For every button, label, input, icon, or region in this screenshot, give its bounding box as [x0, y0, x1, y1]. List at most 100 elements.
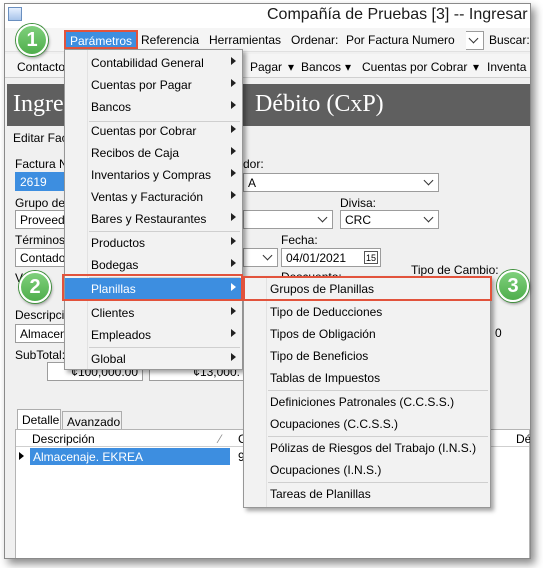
- menu-item-clientes[interactable]: Clientes: [65, 302, 242, 324]
- submenu-item-label: Tipos de Obligación: [270, 327, 376, 341]
- tab-avanzado-label: Avanzado: [67, 415, 121, 429]
- callout-3: 3: [497, 270, 529, 302]
- grupo-dropdown[interactable]: [243, 210, 333, 229]
- menu-item-label: Contabilidad General: [91, 56, 204, 70]
- submenu-item-tareas-planillas[interactable]: Tareas de Planillas: [244, 483, 490, 505]
- menu-item-label: Ventas y Facturación: [91, 190, 204, 204]
- calendar-icon[interactable]: 15: [364, 251, 378, 264]
- menu-item-bodegas[interactable]: Bodegas: [65, 254, 242, 276]
- submenu-item-ocupaciones-ccss[interactable]: Ocupaciones (C.C.S.S.): [244, 413, 490, 435]
- menu-referencia[interactable]: Referencia: [141, 33, 199, 47]
- callout-1: 1: [16, 24, 48, 56]
- submenu-item-label: Pólizas de Riesgos del Trabajo (I.N.S.): [270, 441, 477, 455]
- submenu-item-definiciones-patronales[interactable]: Definiciones Patronales (C.C.S.S.): [244, 391, 490, 413]
- submenu-item-label: Tablas de Impuestos: [270, 371, 381, 385]
- submenu-arrow-icon: [231, 307, 236, 315]
- menu-item-inventarios-compras[interactable]: Inventarios y Compras: [65, 164, 242, 186]
- menu-parametros[interactable]: Parámetros: [64, 30, 138, 49]
- menu-item-recibos-caja[interactable]: Recibos de Caja: [65, 142, 242, 164]
- proveedor-dropdown[interactable]: A: [243, 173, 439, 192]
- menu-item-contabilidad-general[interactable]: Contabilidad General: [65, 52, 242, 74]
- terminos-label: Términos:: [15, 233, 69, 247]
- caret-down-icon: ▾: [473, 60, 480, 74]
- menu-item-ventas-facturacion[interactable]: Ventas y Facturación: [65, 186, 242, 208]
- chevron-down-icon: [421, 211, 438, 228]
- highlight-grupos-planillas: [243, 276, 492, 301]
- factura-field[interactable]: 2619: [15, 172, 65, 191]
- menu-item-bares-restaurantes[interactable]: Bares y Restaurantes: [65, 208, 242, 230]
- callout-2: 2: [19, 271, 51, 303]
- divisa-label: Divisa:: [340, 196, 377, 210]
- submenu-item-label: Tipo de Deducciones: [270, 305, 383, 319]
- submenu-item-tipos-obligacion[interactable]: Tipos de Obligación: [244, 323, 490, 345]
- terminos-field[interactable]: Contado: [15, 248, 65, 267]
- tab-avanzado[interactable]: Avanzado: [62, 411, 122, 431]
- toolbar-inventario[interactable]: Inventa: [487, 60, 526, 74]
- grid-col-descripcion: Descripción: [32, 432, 95, 446]
- submenu-item-label: Definiciones Patronales (C.C.S.S.): [270, 395, 455, 409]
- fecha-label: Fecha:: [281, 233, 318, 247]
- app-icon: [8, 7, 22, 21]
- submenu-arrow-icon: [231, 213, 236, 221]
- chevron-down-icon: [260, 249, 277, 266]
- menu-herramientas[interactable]: Herramientas: [209, 33, 281, 47]
- caret-down-icon: ▾: [345, 60, 352, 74]
- menu-item-label: Bodegas: [91, 258, 139, 272]
- toolbar-bancos[interactable]: Bancos: [301, 60, 341, 74]
- grupo-field[interactable]: Proveedo: [15, 210, 71, 229]
- factura-label: Factura N: [15, 157, 68, 171]
- tab-detalle[interactable]: Detalle: [17, 409, 61, 429]
- menu-item-label: Recibos de Caja: [91, 146, 180, 160]
- submenu-item-label: Ocupaciones (C.C.S.S.): [270, 417, 399, 431]
- tipo-cambio-label: Tipo de Cambio:: [411, 263, 499, 277]
- sort-dropdown[interactable]: [466, 31, 484, 50]
- menu-item-global[interactable]: Global: [65, 348, 242, 370]
- menu-item-label: Cuentas por Pagar: [91, 78, 192, 92]
- chevron-down-icon: [315, 211, 332, 228]
- toolbar-contacto[interactable]: Contacto: [17, 60, 65, 74]
- toolbar-pagar[interactable]: Pagar: [250, 60, 282, 74]
- submenu-arrow-icon: [231, 329, 236, 337]
- descripcion-field[interactable]: Almacenaj: [15, 324, 76, 343]
- factura-value: 2619: [20, 175, 47, 189]
- menu-item-cuentas-cobrar[interactable]: Cuentas por Cobrar: [65, 120, 242, 142]
- submenu-item-ocupaciones-ins[interactable]: Ocupaciones (I.N.S.): [244, 459, 490, 481]
- submenu-arrow-icon: [231, 169, 236, 177]
- menu-item-label: Clientes: [91, 306, 135, 320]
- cut-value: 0: [495, 326, 502, 340]
- submenu-arrow-icon: [231, 237, 236, 245]
- submenu-item-polizas-riesgos[interactable]: Pólizas de Riesgos del Trabajo (I.N.S.): [244, 437, 490, 459]
- chevron-down-icon: [421, 174, 438, 191]
- pin-icon: ⁄: [219, 432, 222, 446]
- grid-cell-descripcion[interactable]: Almacenaje. EKREA: [30, 448, 230, 465]
- menu-item-empleados[interactable]: Empleados: [65, 324, 242, 346]
- sort-value: Por Factura Numero: [346, 33, 455, 47]
- menu-item-label: Productos: [91, 236, 146, 250]
- menu-item-label: Bancos: [91, 100, 132, 114]
- tab-detalle-label: Detalle: [22, 413, 60, 427]
- menu-item-bancos[interactable]: Bancos: [65, 96, 242, 118]
- menu-parametros-label: Parámetros: [70, 34, 133, 48]
- ordenar-label: Ordenar:: [291, 33, 339, 47]
- toolbar-cuentas-cobrar[interactable]: Cuentas por Cobrar: [362, 60, 467, 74]
- proveedor-label: dor:: [243, 157, 264, 171]
- submenu-item-label: Ocupaciones (I.N.S.): [270, 463, 382, 477]
- submenu-item-tipo-deducciones[interactable]: Tipo de Deducciones: [244, 301, 490, 323]
- fecha-field[interactable]: 04/01/2021 15: [281, 248, 381, 267]
- proveedor-value: A: [248, 176, 257, 190]
- highlight-planillas: [62, 274, 243, 301]
- submenu-item-tipo-beneficios[interactable]: Tipo de Beneficios: [244, 345, 490, 367]
- submenu-arrow-icon: [231, 191, 236, 199]
- menu-item-label: Inventarios y Compras: [91, 168, 212, 182]
- divisa-dropdown[interactable]: CRC: [340, 210, 439, 229]
- form-title-right: Débito (CxP): [255, 91, 384, 117]
- terminos-dropdown[interactable]: [243, 248, 278, 267]
- submenu-item-tablas-impuestos[interactable]: Tablas de Impuestos: [244, 367, 490, 389]
- subtotal-label: SubTotal:: [15, 348, 66, 362]
- window-title: Compañía de Pruebas [3] -- Ingresar Fa: [267, 6, 531, 23]
- menu-item-productos[interactable]: Productos: [65, 232, 242, 254]
- submenu-arrow-icon: [231, 147, 236, 155]
- menu-item-cuentas-pagar[interactable]: Cuentas por Pagar: [65, 74, 242, 96]
- fecha-value: 04/01/2021: [286, 251, 347, 265]
- divisa-value: CRC: [345, 213, 371, 227]
